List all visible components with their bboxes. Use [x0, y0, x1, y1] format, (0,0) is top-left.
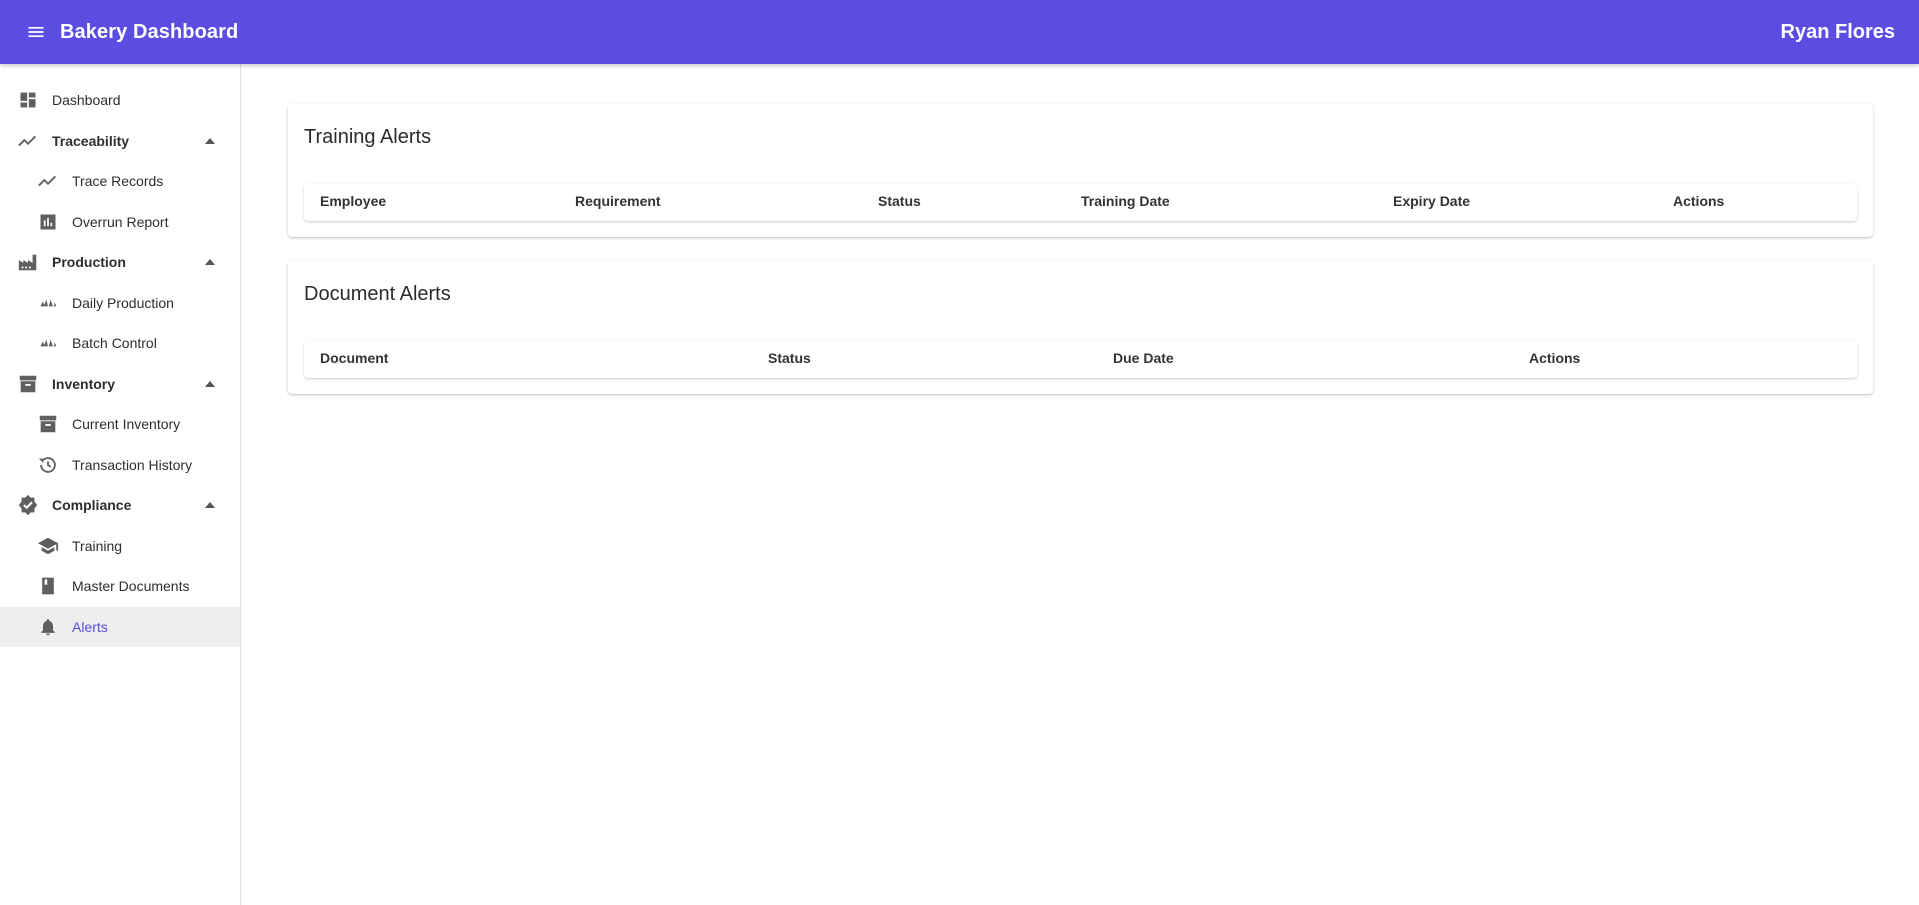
caret-up-icon[interactable]: [204, 135, 216, 147]
caret-up-icon[interactable]: [204, 256, 216, 268]
column-header-training-date[interactable]: Training Date: [1081, 184, 1170, 221]
app-bar-left: Bakery Dashboard: [24, 20, 238, 44]
column-header-document[interactable]: Document: [320, 341, 388, 378]
archive-icon: [16, 372, 40, 396]
sidebar-item-label: Alerts: [72, 618, 108, 635]
sidebar-group-traceability[interactable]: Traceability: [0, 121, 240, 162]
sidebar-item-master-documents[interactable]: Master Documents: [0, 566, 240, 607]
sidebar-item-label: Transaction History: [72, 456, 193, 473]
training-alerts-title: Training Alerts: [304, 126, 432, 148]
archive-icon: [36, 412, 60, 436]
verified-icon: [16, 493, 40, 517]
sidebar-item-trace-records[interactable]: Trace Records: [0, 161, 240, 202]
trending-icon: [16, 129, 40, 153]
training-alerts-card: Training Alerts Employee Requirement Sta…: [288, 104, 1873, 237]
column-header-employee[interactable]: Employee: [320, 184, 386, 221]
dashboard-icon: [16, 88, 40, 112]
sidebar-item-label: Trace Records: [72, 173, 164, 190]
document-alerts-title: Document Alerts: [304, 283, 451, 305]
sidebar-group-production[interactable]: Production: [0, 242, 240, 283]
app-bar: Bakery Dashboard Ryan Flores: [0, 0, 1919, 64]
sidebar-item-label: Compliance: [52, 497, 132, 514]
caret-up-icon[interactable]: [204, 378, 216, 390]
sidebar-item-transaction-history[interactable]: Transaction History: [0, 445, 240, 486]
sidebar-item-label: Master Documents: [72, 578, 190, 595]
sidebar: Dashboard Traceability Trace Records Ove…: [0, 64, 241, 905]
user-name[interactable]: Ryan Flores: [1781, 21, 1895, 44]
document-alerts-card: Document Alerts Document Status Due Date…: [288, 261, 1873, 394]
sidebar-group-compliance[interactable]: Compliance: [0, 485, 240, 526]
sidebar-item-label: Batch Control: [72, 335, 157, 352]
sidebar-item-label: Daily Production: [72, 294, 174, 311]
column-header-actions[interactable]: Actions: [1529, 341, 1580, 378]
bell-icon: [36, 615, 60, 639]
sidebar-item-label: Production: [52, 254, 126, 271]
app-title: Bakery Dashboard: [60, 20, 239, 43]
bakery-icon: [36, 291, 60, 315]
sidebar-item-daily-production[interactable]: Daily Production: [0, 283, 240, 324]
factory-icon: [16, 250, 40, 274]
book-icon: [36, 574, 60, 598]
column-header-status[interactable]: Status: [768, 341, 811, 378]
sidebar-item-alerts[interactable]: Alerts: [0, 606, 240, 647]
sidebar-item-label: Overrun Report: [72, 213, 169, 230]
column-header-expiry-date[interactable]: Expiry Date: [1393, 184, 1470, 221]
sidebar-item-overrun-report[interactable]: Overrun Report: [0, 202, 240, 243]
school-icon: [36, 534, 60, 558]
caret-up-icon[interactable]: [204, 499, 216, 511]
sidebar-item-dashboard[interactable]: Dashboard: [0, 80, 240, 121]
sidebar-item-label: Traceability: [52, 132, 130, 149]
column-header-actions[interactable]: Actions: [1673, 184, 1724, 221]
history-icon: [36, 453, 60, 477]
bakery-icon: [36, 331, 60, 355]
column-header-due-date[interactable]: Due Date: [1113, 341, 1174, 378]
training-alerts-table: Employee Requirement Status Training Dat…: [304, 184, 1857, 221]
sidebar-item-label: Inventory: [52, 375, 116, 392]
bar-chart-icon: [36, 210, 60, 234]
column-header-requirement[interactable]: Requirement: [575, 184, 661, 221]
sidebar-item-current-inventory[interactable]: Current Inventory: [0, 404, 240, 445]
main-content: Training Alerts Employee Requirement Sta…: [242, 64, 1919, 905]
sidebar-item-training[interactable]: Training: [0, 526, 240, 567]
sidebar-item-label: Current Inventory: [72, 416, 181, 433]
trending-icon: [36, 169, 60, 193]
menu-icon[interactable]: [24, 20, 48, 44]
sidebar-item-batch-control[interactable]: Batch Control: [0, 323, 240, 364]
sidebar-item-label: Dashboard: [52, 92, 121, 109]
document-alerts-table: Document Status Due Date Actions: [304, 341, 1857, 378]
sidebar-group-inventory[interactable]: Inventory: [0, 364, 240, 405]
sidebar-item-label: Training: [72, 537, 123, 554]
column-header-status[interactable]: Status: [878, 184, 921, 221]
